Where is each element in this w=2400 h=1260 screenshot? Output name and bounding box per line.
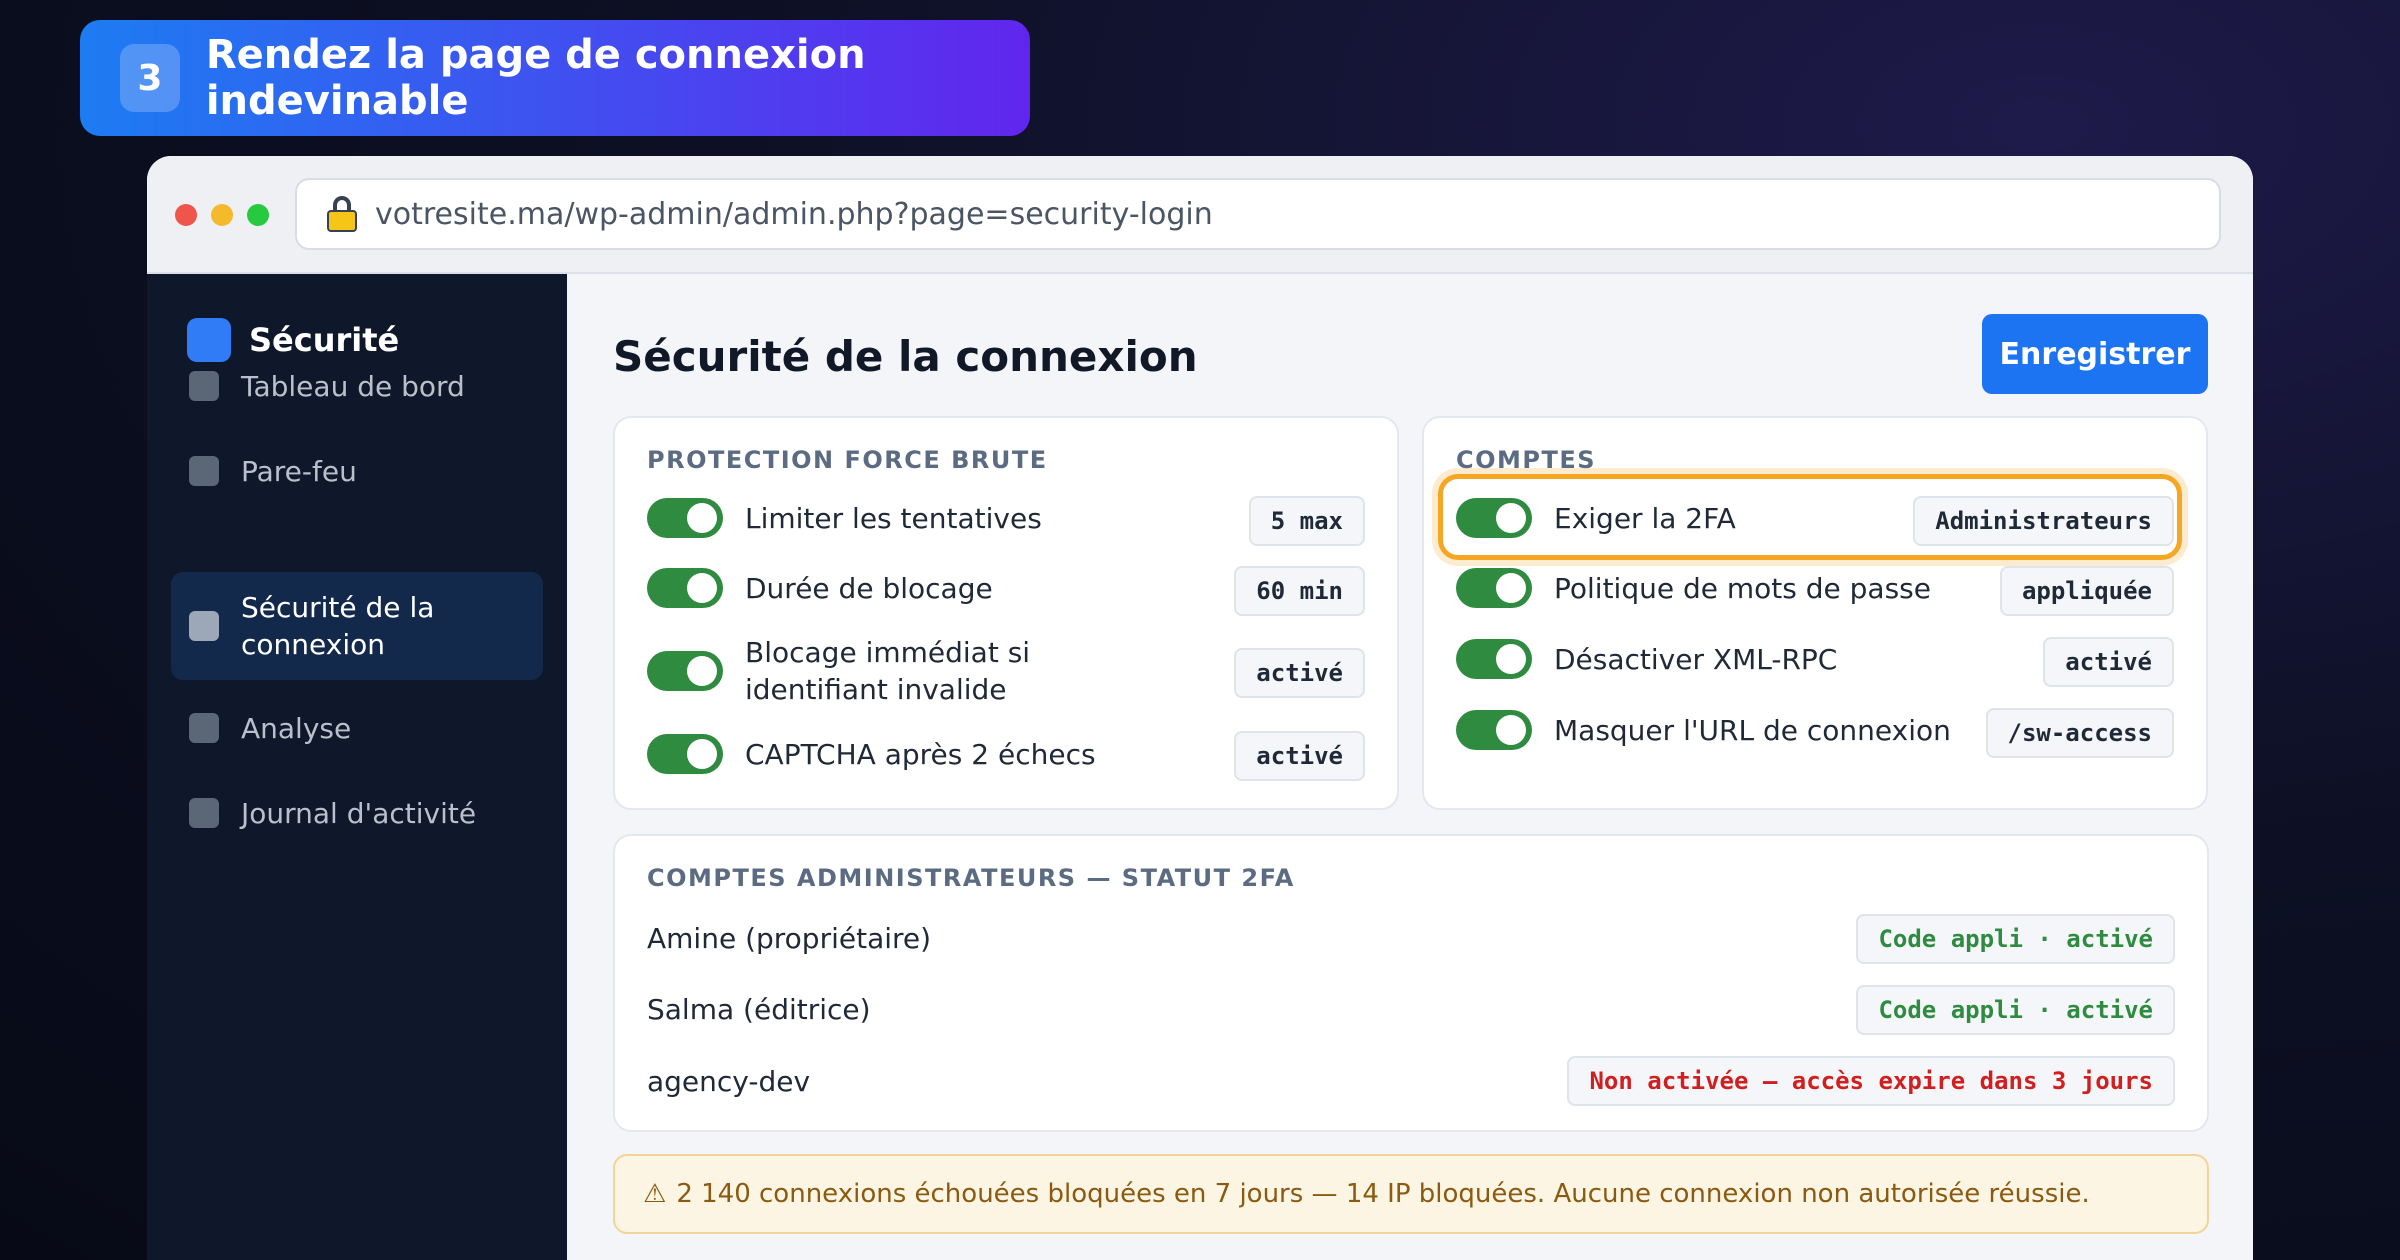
setting-value[interactable]: activé [2043, 637, 2174, 687]
sidebar-item-label: Journal d'activité [241, 796, 477, 830]
limit-attempts-toggle[interactable] [647, 498, 723, 538]
square-icon [189, 611, 219, 641]
password-policy-toggle[interactable] [1456, 568, 1532, 608]
main-content: Sécurité de la connexion Enregistrer PRO… [567, 274, 2253, 1260]
sidebar-item-analyse[interactable]: Analyse [171, 688, 543, 768]
sidebar-item-pare-feu[interactable]: Pare-feu [171, 431, 543, 511]
setting-label: Blocage immédiat si identifiant invalide [745, 636, 1031, 706]
setting-label: Durée de blocage [745, 571, 993, 605]
setting-label: Limiter les tentatives [745, 501, 1042, 535]
setting-row: Blocage immédiat si identifiant invalide [647, 634, 1127, 708]
card-heading: PROTECTION FORCE BRUTE [647, 446, 1048, 474]
brute-force-card: PROTECTION FORCE BRUTE Limiter les tenta… [613, 416, 1399, 810]
admins-2fa-card: COMPTES ADMINISTRATEURS — STATUT 2FA Ami… [613, 834, 2209, 1132]
address-bar[interactable]: votresite.ma/wp-admin/admin.php?page=sec… [295, 178, 2221, 250]
minimize-window-button[interactable] [211, 204, 233, 226]
2fa-status-badge: Code appli · activé [1856, 914, 2175, 964]
lock-icon [327, 196, 357, 232]
sidebar: Sécurité Tableau de bord Pare-feu Sécuri… [147, 274, 567, 1260]
setting-row: Politique de mots de passe [1456, 568, 1931, 608]
setting-value[interactable]: /sw-access [1985, 708, 2174, 758]
step-number: 3 [120, 44, 180, 112]
sidebar-item-securite-connexion[interactable]: Sécurité de la connexion [171, 572, 543, 680]
step-title: Rendez la page de connexion indevinable [205, 32, 866, 124]
setting-value[interactable]: Administrateurs [1913, 496, 2174, 546]
admin-name: Salma (éditrice) [647, 993, 871, 1026]
setting-label: Masquer l'URL de connexion [1554, 713, 1951, 747]
sidebar-item-label: Tableau de bord [241, 369, 465, 403]
disable-xmlrpc-toggle[interactable] [1456, 639, 1532, 679]
save-button[interactable]: Enregistrer [1982, 314, 2208, 394]
setting-label: CAPTCHA après 2 échecs [745, 737, 1096, 771]
lockout-duration-toggle[interactable] [647, 568, 723, 608]
setting-row: Limiter les tentatives [647, 498, 1042, 538]
setting-value[interactable]: 60 min [1234, 566, 1365, 616]
admin-name: Amine (propriétaire) [647, 922, 932, 955]
warning-icon: ⚠ [643, 1179, 667, 1209]
require-2fa-toggle[interactable] [1456, 498, 1532, 538]
square-icon [189, 713, 219, 743]
setting-label: Politique de mots de passe [1554, 571, 1931, 605]
card-heading: COMPTES [1456, 446, 1597, 474]
alert-text: 2 140 connexions échouées bloquées en 7 … [676, 1179, 2090, 1209]
captcha-toggle[interactable] [647, 734, 723, 774]
address-url: votresite.ma/wp-admin/admin.php?page=sec… [375, 196, 1213, 232]
setting-value[interactable]: activé [1234, 731, 1365, 781]
square-icon [189, 798, 219, 828]
setting-value[interactable]: appliquée [1999, 566, 2174, 616]
sidebar-item-journal[interactable]: Journal d'activité [171, 773, 543, 853]
square-icon [189, 456, 219, 486]
square-icon [189, 371, 219, 401]
admin-name: agency-dev [647, 1065, 811, 1098]
setting-value[interactable]: activé [1234, 648, 1365, 698]
setting-row: Masquer l'URL de connexion [1456, 710, 1951, 750]
setting-row: CAPTCHA après 2 échecs [647, 734, 1096, 774]
card-heading: COMPTES ADMINISTRATEURS — STATUT 2FA [647, 864, 1295, 892]
accounts-card: COMPTES Exiger la 2FA Administrateurs Po… [1422, 416, 2208, 810]
setting-row: Désactiver XML-RPC [1456, 639, 1837, 679]
sidebar-item-label: Sécurité de la connexion [241, 591, 435, 661]
sidebar-item-label: Analyse [241, 711, 352, 745]
step-badge: 3 Rendez la page de connexion indevinabl… [80, 20, 1030, 136]
close-window-button[interactable] [175, 204, 197, 226]
setting-value[interactable]: 5 max [1248, 496, 1365, 546]
page-title: Sécurité de la connexion [613, 332, 1198, 381]
setting-row: Durée de blocage [647, 568, 993, 608]
hide-login-url-toggle[interactable] [1456, 710, 1532, 750]
browser-window: votresite.ma/wp-admin/admin.php?page=sec… [147, 156, 2253, 1260]
maximize-window-button[interactable] [247, 204, 269, 226]
2fa-status-badge: Code appli · activé [1856, 985, 2175, 1035]
security-alert: ⚠ 2 140 connexions échouées bloquées en … [613, 1154, 2209, 1234]
immediate-block-toggle[interactable] [647, 651, 723, 691]
setting-row: Exiger la 2FA [1456, 498, 1736, 538]
setting-label: Exiger la 2FA [1554, 501, 1736, 535]
sidebar-item-label: Pare-feu [241, 454, 357, 488]
sidebar-item-tableau-de-bord[interactable]: Tableau de bord [171, 346, 543, 426]
2fa-status-badge: Non activée — accès expire dans 3 jours [1567, 1056, 2175, 1106]
browser-chrome: votresite.ma/wp-admin/admin.php?page=sec… [147, 156, 2253, 274]
setting-label: Désactiver XML-RPC [1554, 642, 1838, 676]
